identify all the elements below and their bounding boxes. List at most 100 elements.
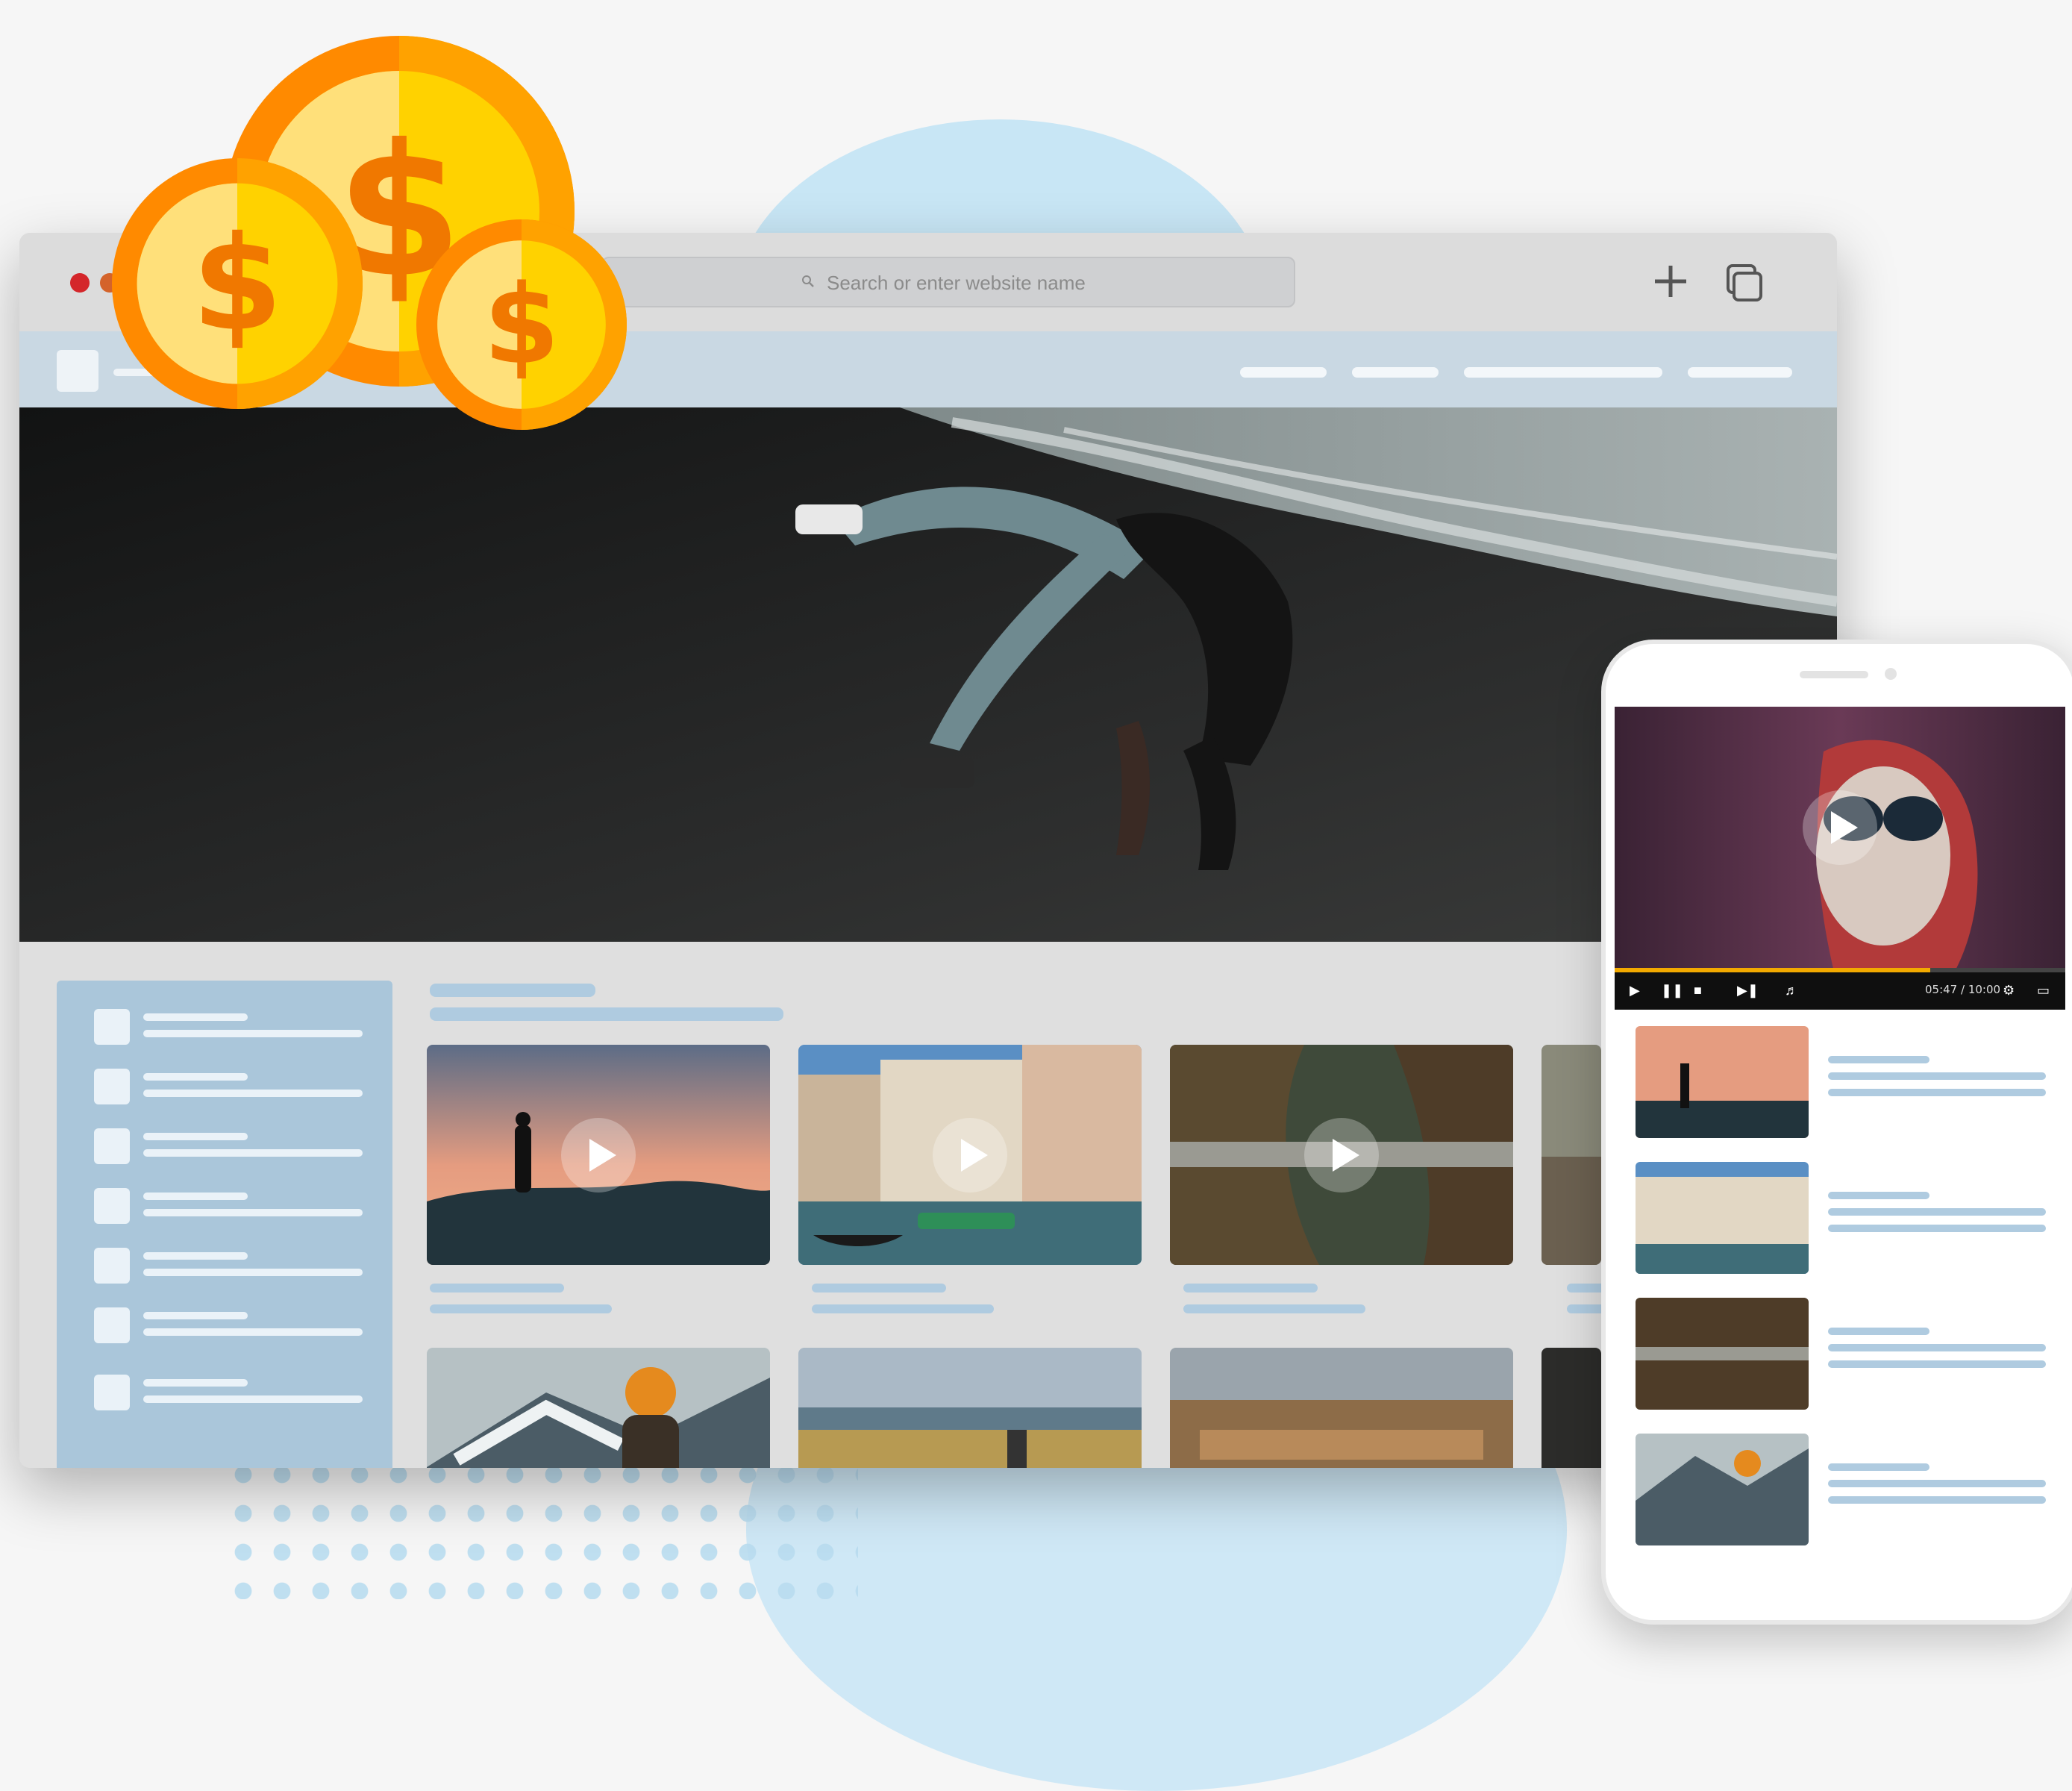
video-thumbnail[interactable] <box>1636 1298 1809 1410</box>
video-thumbnail[interactable] <box>427 1348 770 1468</box>
meta-placeholder <box>1828 1496 2046 1504</box>
progress-bar[interactable] <box>1615 968 2065 972</box>
label-placeholder <box>143 1013 248 1021</box>
play-icon[interactable] <box>933 1117 1007 1193</box>
site-logo[interactable] <box>57 350 98 392</box>
video-thumbnail[interactable] <box>1636 1162 1809 1274</box>
video-thumbnail[interactable] <box>1170 1045 1513 1265</box>
player-controls: ▶ ❚❚ ■ ▶❚ ♬ 05:47 / 10:00 ⚙ ▭ <box>1615 968 2065 1010</box>
hero-banner <box>19 407 1837 942</box>
checkbox[interactable] <box>94 1188 130 1224</box>
meta-placeholder <box>1828 1089 2046 1096</box>
video-thumbnail[interactable] <box>798 1045 1142 1265</box>
coin-icon: $ <box>416 219 627 430</box>
close-window-button[interactable] <box>70 273 90 293</box>
search-icon <box>802 275 814 287</box>
fullscreen-icon[interactable]: ▭ <box>2037 983 2050 998</box>
label-placeholder <box>143 1269 363 1276</box>
checkbox[interactable] <box>94 1307 130 1343</box>
label-placeholder <box>143 1379 248 1387</box>
meta-placeholder <box>1828 1360 2046 1368</box>
sidebar-item[interactable] <box>94 1248 363 1284</box>
video-thumbnail[interactable] <box>1542 1045 1601 1265</box>
list-item[interactable] <box>1636 1298 2068 1410</box>
video-thumbnail[interactable] <box>1636 1434 1809 1545</box>
label-placeholder <box>143 1073 248 1081</box>
hero-image <box>19 407 1837 942</box>
label-placeholder <box>143 1395 363 1403</box>
meta-placeholder <box>1828 1072 2046 1080</box>
video-meta-placeholder <box>1183 1304 1365 1313</box>
phone-camera <box>1885 668 1897 680</box>
tabs-icon[interactable] <box>1722 261 1767 306</box>
volume-icon[interactable]: ♬ <box>1785 983 1798 998</box>
category-sidebar <box>57 981 392 1468</box>
sidebar-item[interactable] <box>94 1188 363 1224</box>
video-gallery <box>19 942 1837 1468</box>
coin-icon: $ <box>112 158 363 409</box>
label-placeholder <box>143 1133 248 1140</box>
nav-link[interactable] <box>1464 367 1662 378</box>
video-title-placeholder <box>430 1284 564 1293</box>
plus-icon[interactable] <box>1644 255 1697 307</box>
section-title-placeholder <box>430 984 595 997</box>
play-icon[interactable] <box>1803 790 1877 866</box>
sidebar-item[interactable] <box>94 1307 363 1343</box>
skip-next-icon[interactable]: ▶❚ <box>1737 983 1759 998</box>
checkbox[interactable] <box>94 1128 130 1164</box>
list-item[interactable] <box>1636 1026 2068 1138</box>
label-placeholder <box>143 1312 248 1319</box>
play-icon[interactable] <box>561 1117 636 1193</box>
progress-fill <box>1615 968 1930 972</box>
address-placeholder: Search or enter website name <box>827 272 1086 294</box>
playback-time: 05:47 / 10:00 <box>1925 983 2001 996</box>
meta-placeholder <box>1828 1480 2046 1487</box>
title-placeholder <box>1828 1463 1929 1471</box>
video-title-placeholder <box>1183 1284 1318 1293</box>
video-thumbnail[interactable] <box>1636 1026 1809 1138</box>
label-placeholder <box>143 1252 248 1260</box>
sidebar-item[interactable] <box>94 1128 363 1164</box>
section-subtitle-placeholder <box>430 1007 783 1021</box>
pause-icon[interactable]: ❚❚ <box>1661 983 1683 998</box>
sidebar-item[interactable] <box>94 1069 363 1104</box>
svg-text:$: $ <box>483 261 560 389</box>
nav-link[interactable] <box>1240 367 1327 378</box>
video-meta-placeholder <box>812 1304 994 1313</box>
label-placeholder <box>143 1149 363 1157</box>
sidebar-item[interactable] <box>94 1009 363 1045</box>
video-thumbnail[interactable] <box>1542 1348 1601 1468</box>
dot-pattern <box>224 1455 858 1599</box>
video-thumbnail[interactable] <box>427 1045 770 1265</box>
play-icon[interactable]: ▶ <box>1630 983 1640 998</box>
video-player[interactable]: ▶ ❚❚ ■ ▶❚ ♬ 05:47 / 10:00 ⚙ ▭ <box>1615 707 2065 1010</box>
checkbox[interactable] <box>94 1248 130 1284</box>
phone-mockup: ▶ ❚❚ ■ ▶❚ ♬ 05:47 / 10:00 ⚙ ▭ <box>1601 640 2072 1625</box>
stop-icon[interactable]: ■ <box>1694 983 1702 998</box>
meta-placeholder <box>1828 1344 2046 1351</box>
title-placeholder <box>1828 1328 1929 1335</box>
label-placeholder <box>143 1328 363 1336</box>
list-item[interactable] <box>1636 1434 2068 1545</box>
label-placeholder <box>143 1090 363 1097</box>
play-icon[interactable] <box>1304 1117 1379 1193</box>
meta-placeholder <box>1828 1208 2046 1216</box>
video-thumbnail[interactable] <box>798 1348 1142 1468</box>
video-meta-placeholder <box>430 1304 612 1313</box>
video-title-placeholder <box>812 1284 946 1293</box>
video-thumbnail[interactable] <box>1170 1348 1513 1468</box>
checkbox[interactable] <box>94 1009 130 1045</box>
meta-placeholder <box>1828 1225 2046 1232</box>
checkbox[interactable] <box>94 1069 130 1104</box>
nav-link[interactable] <box>1352 367 1439 378</box>
address-bar[interactable]: Search or enter website name <box>601 257 1295 307</box>
phone-speaker <box>1800 671 1868 678</box>
nav-link[interactable] <box>1688 367 1792 378</box>
list-item[interactable] <box>1636 1162 2068 1274</box>
gear-icon[interactable]: ⚙ <box>2003 983 2015 998</box>
label-placeholder <box>143 1193 248 1200</box>
sidebar-item[interactable] <box>94 1375 363 1410</box>
checkbox[interactable] <box>94 1375 130 1410</box>
label-placeholder <box>143 1030 363 1037</box>
label-placeholder <box>143 1209 363 1216</box>
